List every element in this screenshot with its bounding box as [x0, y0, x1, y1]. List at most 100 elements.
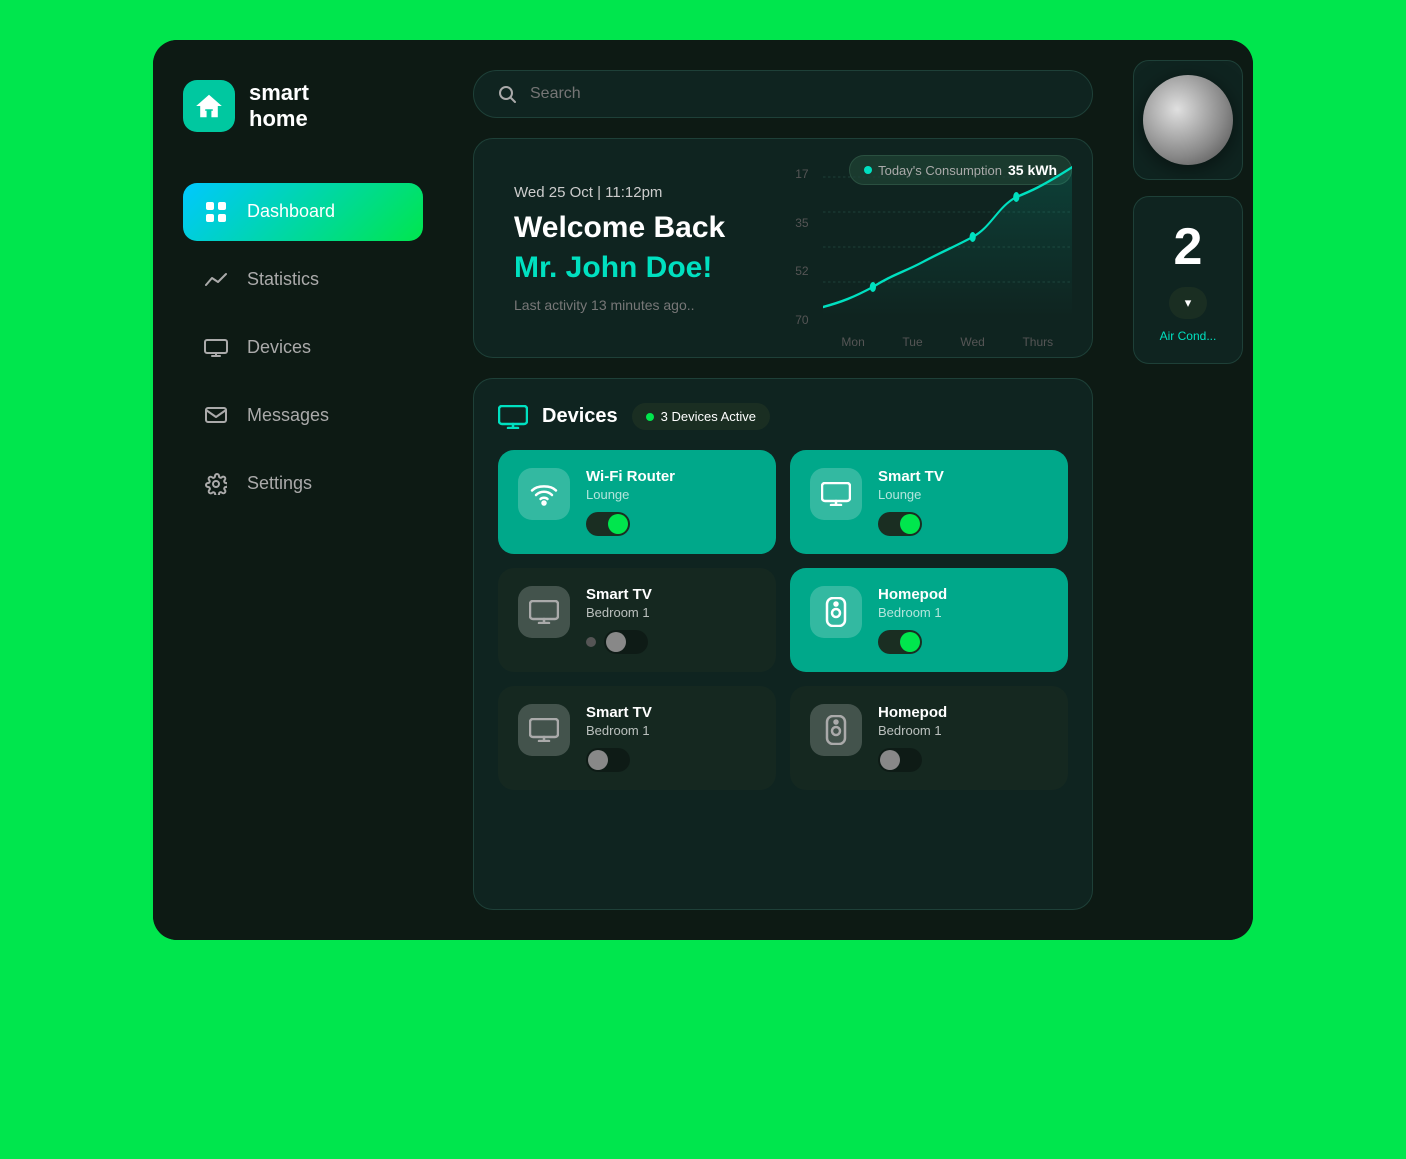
- chart-x-label: Thurs: [1022, 335, 1053, 349]
- right-panel-label: Air Cond...: [1160, 329, 1217, 343]
- smart-tv-b2-icon-box: [518, 704, 570, 756]
- device-toggle[interactable]: [586, 748, 630, 772]
- device-info: Homepod Bedroom 1: [878, 704, 1048, 772]
- toggle-knob: [588, 750, 608, 770]
- smart-tv-icon-box: [810, 468, 862, 520]
- device-name: Homepod: [878, 704, 1048, 721]
- main-content: Wed 25 Oct | 11:12pm Welcome Back Mr. Jo…: [453, 40, 1123, 940]
- list-item: Smart TV Bedroom 1: [498, 686, 776, 790]
- list-item: Homepod Bedroom 1: [790, 686, 1068, 790]
- device-info: Smart TV Bedroom 1: [586, 704, 756, 772]
- dropdown-button[interactable]: ▾: [1169, 287, 1208, 319]
- device-toggle[interactable]: [878, 630, 922, 654]
- right-panel: 2 ▾ Air Cond...: [1123, 40, 1253, 940]
- active-dot: [646, 413, 654, 421]
- search-icon: [498, 85, 516, 103]
- devices-icon: [203, 335, 229, 361]
- toggle-container: [586, 630, 756, 654]
- device-toggle[interactable]: [878, 512, 922, 536]
- welcome-heading: Welcome Back: [514, 211, 725, 245]
- dashboard-icon: [203, 199, 229, 225]
- chart-area: Today's Consumption 35 kWh 70 52 35 17: [765, 139, 1092, 357]
- toggle-knob: [900, 632, 920, 652]
- chart-x-label: Wed: [960, 335, 984, 349]
- chart-y-label: 52: [795, 264, 808, 278]
- search-input[interactable]: [530, 85, 1068, 103]
- app-container: smarthome Dashboard Statistics: [153, 40, 1253, 940]
- device-location: Bedroom 1: [878, 723, 1048, 738]
- device-location: Bedroom 1: [586, 723, 756, 738]
- device-name: Homepod: [878, 586, 1048, 603]
- right-panel-number: 2: [1174, 217, 1203, 277]
- messages-icon: [203, 403, 229, 429]
- welcome-text-area: Wed 25 Oct | 11:12pm Welcome Back Mr. Jo…: [474, 139, 765, 357]
- tv-icon: [529, 718, 559, 742]
- device-name: Wi-Fi Router: [586, 468, 756, 485]
- welcome-datetime: Wed 25 Oct | 11:12pm: [514, 184, 725, 201]
- device-name: Smart TV: [586, 704, 756, 721]
- sidebar-item-dashboard[interactable]: Dashboard: [183, 183, 423, 241]
- toggle-knob: [606, 632, 626, 652]
- sidebar-item-label-dashboard: Dashboard: [247, 201, 335, 222]
- device-toggle[interactable]: [586, 512, 630, 536]
- device-name: Smart TV: [586, 586, 756, 603]
- search-bar: [473, 70, 1093, 118]
- active-badge-label: 3 Devices Active: [661, 409, 756, 424]
- right-panel-number-card: 2 ▾ Air Cond...: [1133, 196, 1243, 364]
- homepod-b2-icon-box: [810, 704, 862, 756]
- active-badge: 3 Devices Active: [632, 403, 770, 430]
- sidebar-item-settings[interactable]: Settings: [183, 455, 423, 513]
- logo-text: smarthome: [249, 80, 309, 133]
- device-info: Smart TV Lounge: [878, 468, 1048, 536]
- sidebar-item-label-settings: Settings: [247, 473, 312, 494]
- device-location: Bedroom 1: [878, 605, 1048, 620]
- device-info: Smart TV Bedroom 1: [586, 586, 756, 654]
- logo: smarthome: [183, 80, 423, 133]
- devices-grid: Wi-Fi Router Lounge: [498, 450, 1068, 790]
- devices-section-title: Devices: [542, 405, 618, 428]
- devices-section-icon: [498, 405, 528, 429]
- list-item: Smart TV Lounge: [790, 450, 1068, 554]
- smart-tv-bedroom-icon-box: [518, 586, 570, 638]
- device-info: Homepod Bedroom 1: [878, 586, 1048, 654]
- chart-x-label: Tue: [902, 335, 922, 349]
- tv-icon: [821, 482, 851, 506]
- toggle-knob: [608, 514, 628, 534]
- device-info: Wi-Fi Router Lounge: [586, 468, 756, 536]
- decorative-ball: [1143, 75, 1233, 165]
- wifi-icon: [529, 482, 559, 506]
- toggle-knob: [880, 750, 900, 770]
- sidebar-item-label-devices: Devices: [247, 337, 311, 358]
- devices-header: Devices 3 Devices Active: [498, 403, 1068, 430]
- list-item: Wi-Fi Router Lounge: [498, 450, 776, 554]
- chart-y-label: 35: [795, 216, 808, 230]
- wifi-router-icon-box: [518, 468, 570, 520]
- statistics-icon: [203, 267, 229, 293]
- welcome-name: Mr. John Doe!: [514, 251, 725, 285]
- home-icon: [193, 90, 225, 122]
- welcome-card: Wed 25 Oct | 11:12pm Welcome Back Mr. Jo…: [473, 138, 1093, 358]
- device-toggle[interactable]: [604, 630, 648, 654]
- device-toggle[interactable]: [878, 748, 922, 772]
- sidebar-item-devices[interactable]: Devices: [183, 319, 423, 377]
- devices-section: Devices 3 Devices Active: [473, 378, 1093, 910]
- sidebar-item-statistics[interactable]: Statistics: [183, 251, 423, 309]
- tv-icon: [529, 600, 559, 624]
- chart-y-label: 17: [795, 167, 808, 181]
- logo-icon: [183, 80, 235, 132]
- device-name: Smart TV: [878, 468, 1048, 485]
- chart-svg-area: Mon Tue Wed Thurs: [823, 157, 1072, 327]
- decorative-ball-card: [1133, 60, 1243, 180]
- device-location: Lounge: [586, 487, 756, 502]
- sidebar-item-messages[interactable]: Messages: [183, 387, 423, 445]
- sidebar: smarthome Dashboard Statistics: [153, 40, 453, 940]
- chart-x-labels: Mon Tue Wed Thurs: [823, 335, 1072, 349]
- chart-y-label: 70: [795, 313, 808, 327]
- chart-x-label: Mon: [841, 335, 864, 349]
- sidebar-item-label-messages: Messages: [247, 405, 329, 426]
- list-item: Smart TV Bedroom 1: [498, 568, 776, 672]
- settings-icon: [203, 471, 229, 497]
- device-location: Lounge: [878, 487, 1048, 502]
- sidebar-item-label-statistics: Statistics: [247, 269, 319, 290]
- device-location: Bedroom 1: [586, 605, 756, 620]
